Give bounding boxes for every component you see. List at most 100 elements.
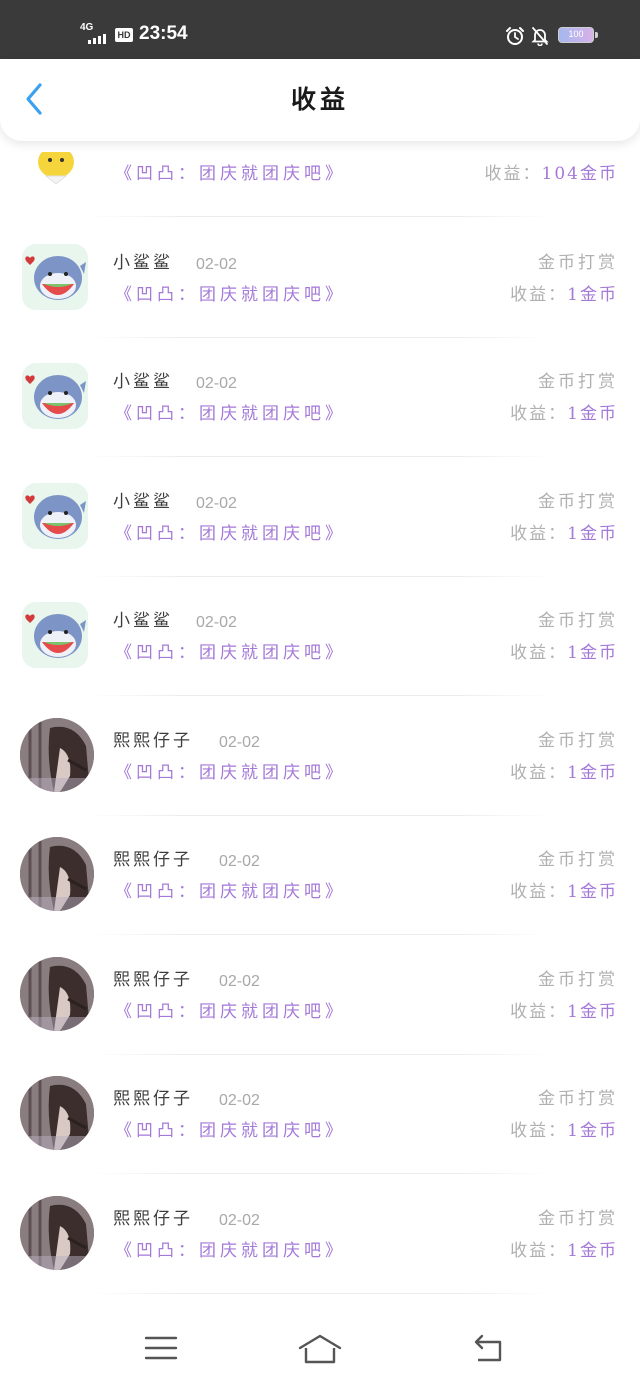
menu-icon[interactable] xyxy=(139,1332,183,1364)
user-name: 小鲨鲨 xyxy=(113,372,173,392)
shark-avatar xyxy=(22,483,88,549)
work-title[interactable]: 《凹凸：团庆就团庆吧》 xyxy=(115,1001,346,1023)
reward-type: 金币打赏 xyxy=(538,970,618,990)
earning-label: 收益： xyxy=(510,1121,568,1141)
row-divider xyxy=(90,934,550,935)
mute-icon xyxy=(531,27,549,46)
girl-avatar xyxy=(20,1076,94,1150)
work-title[interactable]: 《凹凸：团庆就团庆吧》 xyxy=(115,762,346,784)
earning-label: 收益： xyxy=(510,763,568,783)
work-title[interactable]: 《凹凸：团庆就团庆吧》 xyxy=(115,1240,346,1262)
shark-avatar xyxy=(22,602,88,668)
reward-date: 02-02 xyxy=(219,853,260,870)
earning-value: 1金币 xyxy=(567,524,618,544)
shark-avatar xyxy=(22,244,88,310)
list-item[interactable]: 熙熙仔子 02-02 《凹凸：团庆就团庆吧》 金币打赏 收益：1金币 xyxy=(0,936,640,1055)
earning-amount: 收益：1金币 xyxy=(510,881,618,903)
reward-date: 02-02 xyxy=(196,495,237,512)
alarm-icon xyxy=(506,27,524,45)
earning-amount: 收益：1金币 xyxy=(510,1001,618,1023)
battery-icon: 100 xyxy=(558,27,598,43)
row-divider xyxy=(90,456,550,457)
earning-value: 1金币 xyxy=(567,1241,618,1261)
earning-label: 收益： xyxy=(484,164,542,184)
earning-value: 1金币 xyxy=(567,1002,618,1022)
earning-label: 收益： xyxy=(510,643,568,663)
hd-badge: HD xyxy=(115,28,133,42)
earning-amount: 收益：1金币 xyxy=(510,642,618,664)
signal-icon xyxy=(88,34,110,44)
earning-amount: 收益：1金币 xyxy=(510,284,618,306)
clock: 23:54 xyxy=(139,23,188,44)
reward-type: 金币打赏 xyxy=(538,611,618,631)
reward-type: 金币打赏 xyxy=(538,253,618,273)
list-item[interactable]: 小鲨鲨 02-02 《凹凸：团庆就团庆吧》 金币打赏 收益：1金币 xyxy=(0,577,640,696)
list-item[interactable]: 熙熙仔子 02-02 《凹凸：团庆就团庆吧》 金币打赏 收益：1金币 xyxy=(0,697,640,816)
earning-amount: 收益：1金币 xyxy=(510,523,618,545)
earning-amount: 收益：1金币 xyxy=(510,762,618,784)
earning-value: 1金币 xyxy=(567,763,618,783)
reward-date: 02-02 xyxy=(219,1092,260,1109)
row-divider xyxy=(90,216,550,217)
work-title[interactable]: 《凹凸：团庆就团庆吧》 xyxy=(115,1120,346,1142)
user-name: 小鲨鲨 xyxy=(113,253,173,273)
earning-value: 1金币 xyxy=(567,285,618,305)
girl-avatar xyxy=(20,1196,94,1270)
back-icon[interactable] xyxy=(466,1332,510,1364)
earning-label: 收益： xyxy=(510,1241,568,1261)
user-name: 小鲨鲨 xyxy=(113,611,173,631)
user-name: 小鲨鲨 xyxy=(113,492,173,512)
earning-value: 1金币 xyxy=(567,404,618,424)
earning-amount: 收益：104金币 xyxy=(485,163,618,185)
list-item[interactable]: 小鲨鲨 02-02 《凹凸：团庆就团庆吧》 金币打赏 收益：1金币 xyxy=(0,219,640,338)
work-title[interactable]: 《凹凸：团庆就团庆吧》 xyxy=(115,881,346,903)
work-title[interactable]: 《凹凸：团庆就团庆吧》 xyxy=(115,284,346,306)
earning-label: 收益： xyxy=(510,1002,568,1022)
page-title: 收益 xyxy=(290,85,349,114)
earning-value: 1金币 xyxy=(567,643,618,663)
user-name: 熙熙仔子 xyxy=(113,731,193,751)
reward-date: 02-02 xyxy=(219,973,260,990)
reward-type: 金币打赏 xyxy=(538,850,618,870)
list-item[interactable]: 小鲨鲨 02-02 《凹凸：团庆就团庆吧》 金币打赏 收益：1金币 xyxy=(0,458,640,577)
system-nav-bar xyxy=(0,1310,640,1387)
user-name: 熙熙仔子 xyxy=(113,850,193,870)
girl-avatar xyxy=(20,718,94,792)
list-item[interactable]: 熙熙仔子 02-02 《凹凸：团庆就团庆吧》 金币打赏 收益：1金币 xyxy=(0,816,640,935)
reward-type: 金币打赏 xyxy=(538,1089,618,1109)
list-item[interactable]: 熙熙仔子 02-02 《凹凸：团庆就团庆吧》 金币打赏 收益：1金币 xyxy=(0,1055,640,1174)
network-type: 4G xyxy=(80,22,94,33)
reward-date: 02-02 xyxy=(196,375,237,392)
list-item[interactable]: 小鲨鲨 02-02 《凹凸：团庆就团庆吧》 金币打赏 收益：1金币 xyxy=(0,338,640,457)
row-divider xyxy=(90,1293,550,1294)
user-name: 熙熙仔子 xyxy=(113,1089,193,1109)
reward-type: 金币打赏 xyxy=(538,731,618,751)
girl-avatar xyxy=(20,957,94,1031)
page-header: 收益 xyxy=(0,59,640,141)
earning-label: 收益： xyxy=(510,404,568,424)
reward-date: 02-02 xyxy=(219,734,260,751)
earning-amount: 收益：1金币 xyxy=(510,403,618,425)
user-name: 熙熙仔子 xyxy=(113,970,193,990)
reward-date: 02-02 xyxy=(219,1212,260,1229)
list-item[interactable]: 熙熙仔子 02-02 《凹凸：团庆就团庆吧》 金币打赏 收益：1金币 xyxy=(0,1175,640,1294)
earning-value: 1金币 xyxy=(567,1121,618,1141)
user-name: 熙熙仔子 xyxy=(113,1209,193,1229)
work-title[interactable]: 《凹凸：团庆就团庆吧》 xyxy=(115,163,346,185)
earning-label: 收益： xyxy=(510,882,568,902)
work-title[interactable]: 《凹凸：团庆就团庆吧》 xyxy=(115,642,346,664)
reward-type: 金币打赏 xyxy=(538,492,618,512)
reward-type: 金币打赏 xyxy=(538,372,618,392)
reward-type: 金币打赏 xyxy=(538,1209,618,1229)
home-icon[interactable] xyxy=(298,1332,342,1364)
earning-value: 1金币 xyxy=(567,882,618,902)
work-title[interactable]: 《凹凸：团庆就团庆吧》 xyxy=(115,403,346,425)
work-title[interactable]: 《凹凸：团庆就团庆吧》 xyxy=(115,523,346,545)
earning-amount: 收益：1金币 xyxy=(510,1240,618,1262)
reward-date: 02-02 xyxy=(196,256,237,273)
earning-label: 收益： xyxy=(510,524,568,544)
chick-avatar xyxy=(28,152,84,188)
row-divider xyxy=(90,1173,550,1174)
shark-avatar xyxy=(22,363,88,429)
earning-value: 104金币 xyxy=(541,164,618,184)
